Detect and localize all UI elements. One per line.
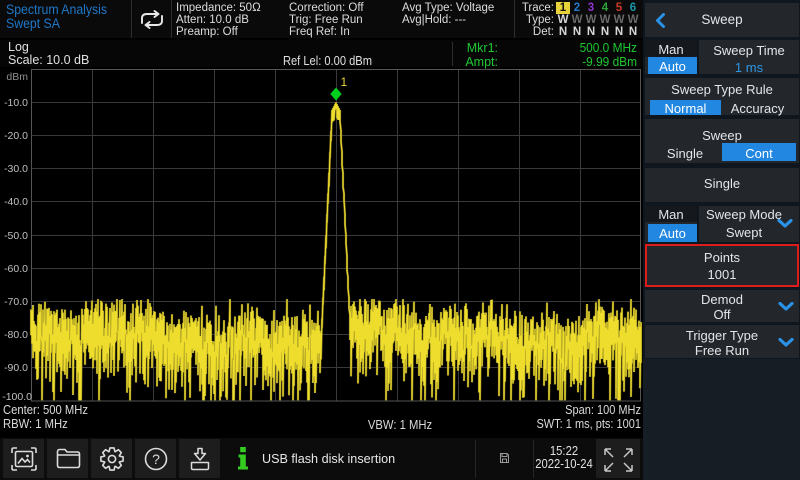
svg-text:?: ? xyxy=(152,451,160,467)
svg-text:1: 1 xyxy=(341,75,348,89)
